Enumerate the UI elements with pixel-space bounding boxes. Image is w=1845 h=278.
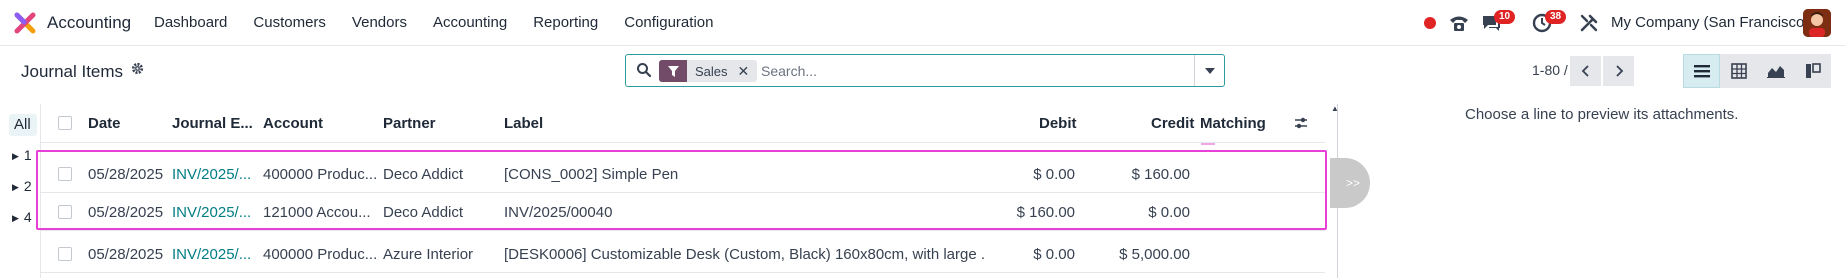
area-chart-icon (1766, 66, 1785, 78)
cell-label: [DESK0006] Customizable Desk (Custom, Bl… (504, 246, 984, 263)
cell-partner: Deco Addict (383, 204, 464, 221)
facet-label: Sales (695, 63, 728, 79)
phone-icon[interactable] (1448, 12, 1470, 34)
messages-icon[interactable]: 10 (1480, 10, 1516, 34)
caret-right-icon: ▶ (12, 182, 19, 192)
table-row[interactable]: 05/28/2025 INV/2025/... 400000 Produc...… (41, 235, 1325, 273)
user-avatar[interactable] (1803, 9, 1831, 37)
accounting-app-icon[interactable] (14, 12, 36, 34)
cell-label: INV/2025/00040 (504, 204, 613, 221)
table-row[interactable]: 05/28/2025 INV/2025/... 121000 Accou... … (41, 193, 1325, 231)
row-checkbox[interactable] (58, 167, 72, 181)
kanban-icon (1805, 63, 1821, 78)
pager-next-button[interactable] (1603, 56, 1634, 86)
column-credit[interactable]: Credit (1151, 115, 1194, 132)
cell-label: [CONS_0002] Simple Pen (504, 166, 679, 183)
search-input[interactable] (761, 59, 1161, 83)
attachment-preview-message: Choose a line to preview its attachments… (1465, 106, 1739, 123)
column-label[interactable]: Label (504, 115, 543, 132)
journal-items-list: Date Journal E... Account Partner Label … (40, 104, 1325, 278)
group-label: 4 (23, 209, 32, 225)
company-switcher[interactable]: My Company (San Francisco) (1611, 14, 1809, 31)
menu-accounting[interactable]: Accounting (433, 14, 507, 31)
chevron-right-icon (1615, 65, 1623, 77)
caret-down-icon (1204, 67, 1215, 74)
cell-credit: $ 5,000.00 (1119, 246, 1190, 263)
table-grid-icon (1730, 63, 1747, 79)
group-item-2[interactable]: ▶ 2 (12, 178, 32, 194)
main-menu: Dashboard Customers Vendors Accounting R… (154, 14, 739, 31)
list-icon (1693, 65, 1710, 78)
gear-icon[interactable] (131, 62, 144, 79)
column-account[interactable]: Account (263, 115, 323, 132)
caret-right-icon: ▶ (12, 151, 19, 161)
graph-view-button[interactable] (1757, 54, 1794, 88)
matching-indicator (1201, 143, 1215, 145)
group-label: 1 (23, 147, 32, 163)
cell-account: 400000 Produc... (263, 246, 378, 263)
menu-customers[interactable]: Customers (253, 14, 326, 31)
cell-partner: Deco Addict (383, 166, 464, 183)
menu-configuration[interactable]: Configuration (624, 14, 713, 31)
optional-columns-toggle-icon[interactable] (1294, 116, 1308, 134)
row-checkbox[interactable] (58, 247, 72, 261)
caret-right-icon: ▶ (12, 213, 19, 223)
expand-preview-button[interactable]: >> (1330, 158, 1370, 208)
cell-journal-entry[interactable]: INV/2025/... (172, 246, 257, 263)
column-debit[interactable]: Debit (1039, 115, 1077, 132)
chevron-left-icon (1581, 65, 1589, 77)
recording-status-icon[interactable] (1420, 13, 1440, 33)
messages-badge: 10 (1494, 10, 1516, 24)
search-icon[interactable] (636, 62, 652, 82)
cell-date: 05/28/2025 (88, 166, 164, 183)
debug-tools-icon[interactable] (1579, 13, 1599, 33)
table-header: Date Journal E... Account Partner Label … (41, 104, 1325, 143)
filter-facet: Sales ✕ (659, 60, 758, 82)
cell-credit: $ 0.00 (1148, 204, 1190, 221)
column-matching[interactable]: Matching (1200, 115, 1266, 132)
activity-icon[interactable]: 38 (1531, 10, 1567, 34)
page-title[interactable]: Journal Items (21, 62, 123, 82)
cell-date: 05/28/2025 (88, 204, 164, 221)
menu-reporting[interactable]: Reporting (533, 14, 598, 31)
cell-journal-entry[interactable]: INV/2025/... (172, 204, 257, 221)
pivot-view-button[interactable] (1720, 54, 1757, 88)
search-options-toggle[interactable] (1194, 55, 1224, 86)
pager-previous-button[interactable] (1570, 56, 1601, 86)
menu-vendors[interactable]: Vendors (352, 14, 407, 31)
top-navbar: Accounting Dashboard Customers Vendors A… (0, 0, 1845, 46)
group-item-4[interactable]: ▶ 4 (12, 209, 32, 225)
kanban-view-button[interactable] (1794, 54, 1831, 88)
app-name[interactable]: Accounting (47, 13, 131, 33)
group-item-1[interactable]: ▶ 1 (12, 147, 32, 163)
column-date[interactable]: Date (88, 115, 121, 132)
cell-journal-entry[interactable]: INV/2025/... (172, 166, 257, 183)
list-view-button[interactable] (1683, 54, 1720, 88)
filter-icon (659, 60, 687, 82)
cell-date: 05/28/2025 (88, 246, 164, 263)
cell-credit: $ 160.00 (1131, 166, 1190, 183)
cell-account: 400000 Produc... (263, 166, 378, 183)
row-checkbox[interactable] (58, 205, 72, 219)
table-row[interactable]: 05/28/2025 INV/2025/... 400000 Produc...… (41, 155, 1325, 193)
search-bar: Sales ✕ (625, 54, 1225, 87)
column-journal-entry[interactable]: Journal E... (172, 115, 253, 132)
select-all-checkbox[interactable] (58, 116, 72, 130)
remove-facet-icon[interactable]: ✕ (738, 63, 758, 80)
cell-account: 121000 Accou... (263, 204, 371, 221)
activity-badge: 38 (1545, 10, 1567, 24)
menu-dashboard[interactable]: Dashboard (154, 14, 227, 31)
cell-partner: Azure Interior (383, 246, 474, 263)
group-all[interactable]: All (9, 114, 37, 136)
column-partner[interactable]: Partner (383, 115, 436, 132)
group-label: 2 (23, 178, 32, 194)
